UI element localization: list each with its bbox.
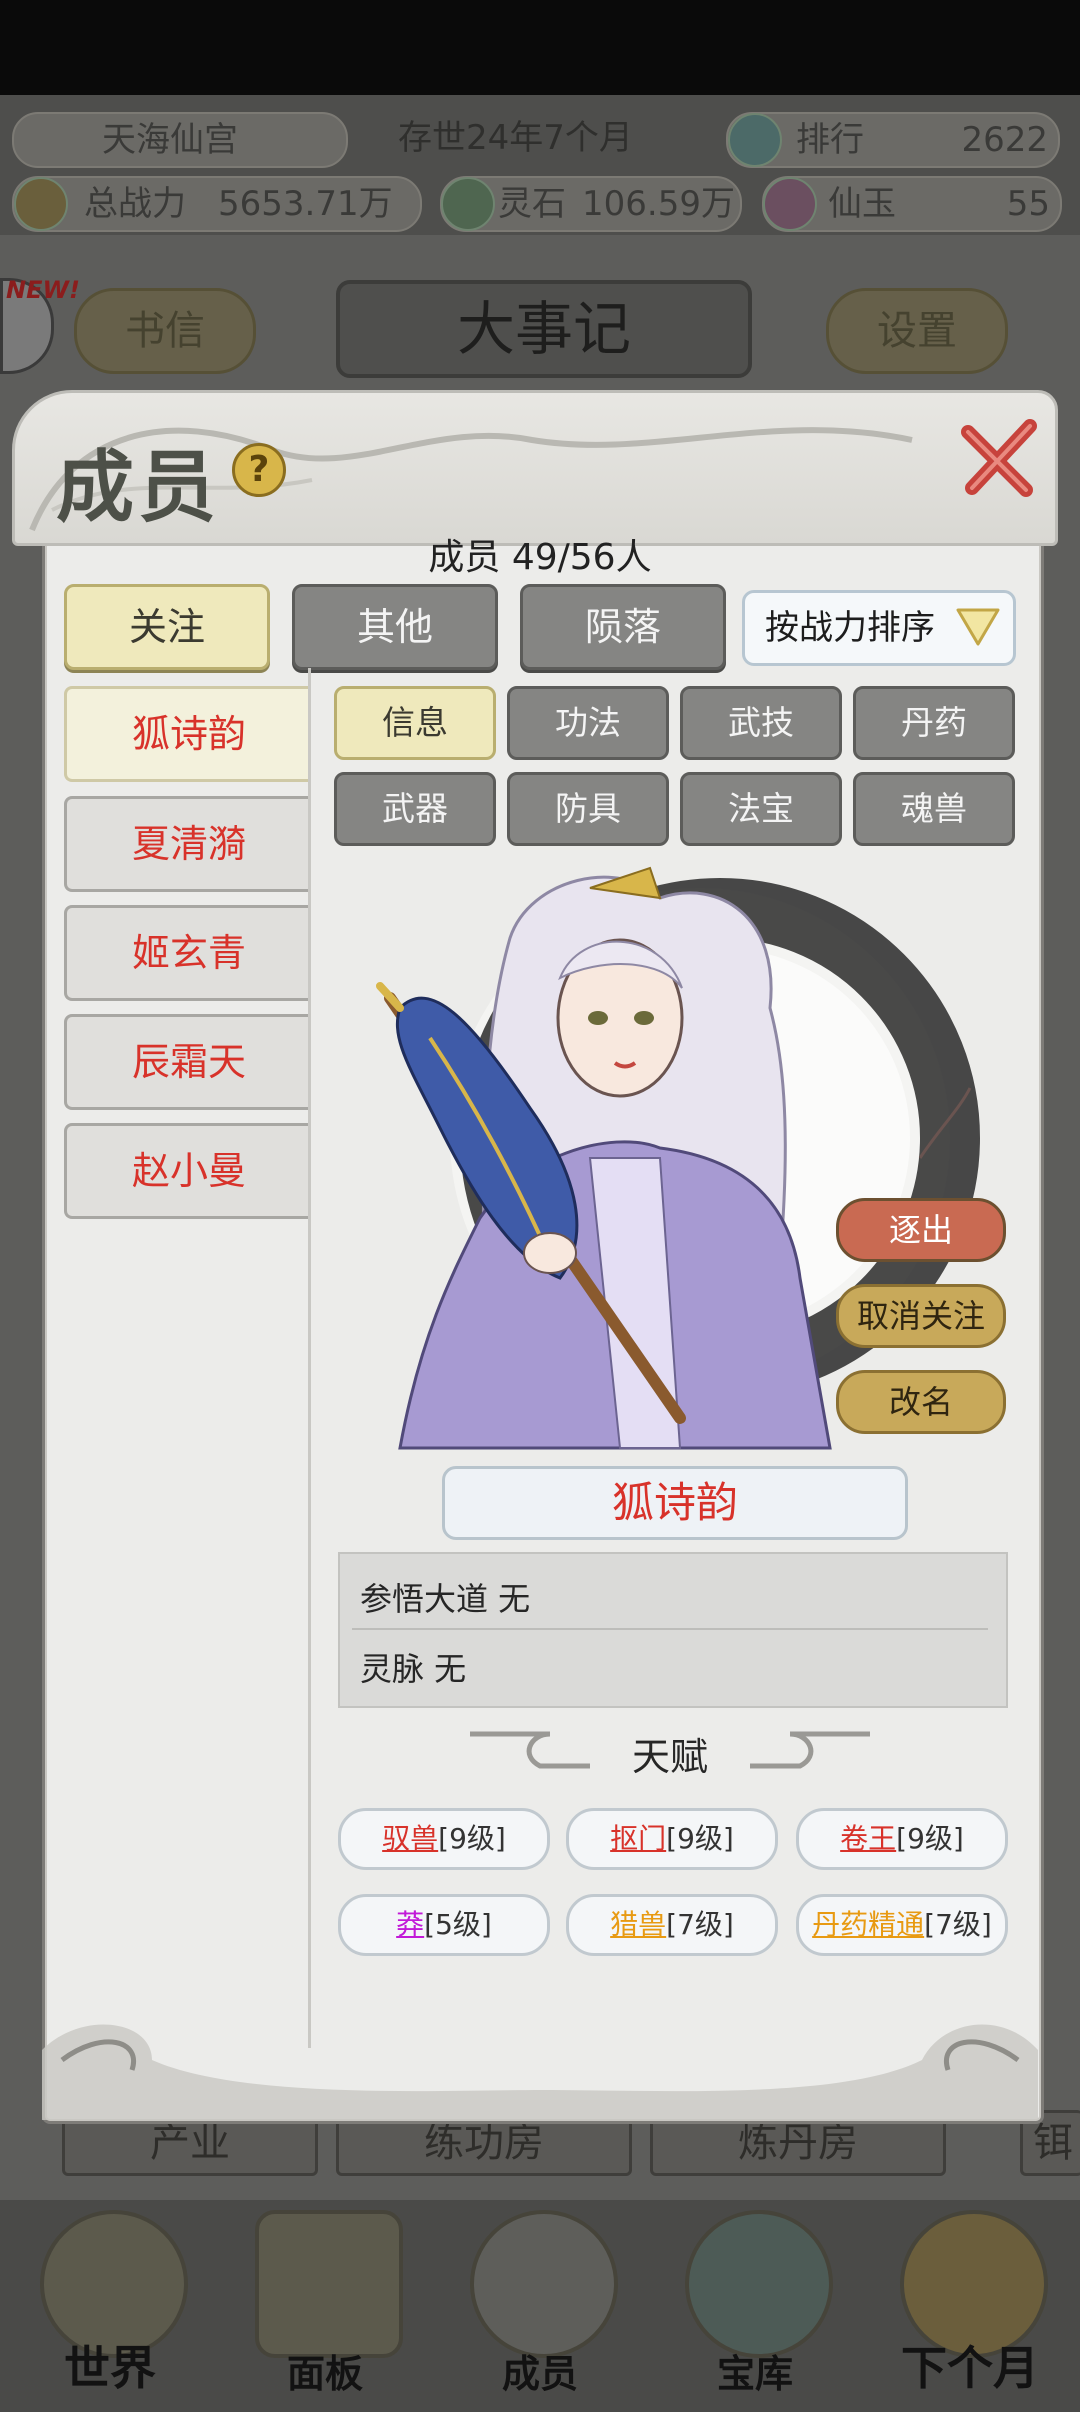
talent-name: 卷王 (840, 1822, 897, 1855)
talent-chip[interactable]: 猎兽[7级] (566, 1894, 778, 1956)
dao-info: 参悟大道 无 (360, 1580, 531, 1618)
nav-next-month[interactable]: 下个月 (870, 2200, 1070, 2412)
members-icon (470, 2210, 618, 2358)
power-value: 5653.71万 (218, 184, 393, 224)
nav-world-label: 世界 (64, 2341, 156, 2395)
subtab-treasures[interactable]: 法宝 (680, 772, 842, 846)
talent-name: 丹药精通 (812, 1908, 925, 1941)
talent-level: [7级] (666, 1908, 734, 1941)
spirit-vein-info: 灵脉 无 (360, 1650, 467, 1688)
nav-treasury-label: 宝库 (716, 2352, 793, 2396)
cloud-footer-decoration (42, 2024, 1038, 2120)
member-count: 成员 49/56人 (428, 537, 652, 578)
subtab-martial-skills[interactable]: 武技 (680, 686, 842, 760)
rank-value: 2622 (961, 120, 1048, 160)
treasury-icon (685, 2210, 833, 2358)
jade-icon (763, 177, 817, 231)
talent-name: 抠门 (610, 1822, 667, 1855)
subtab-techniques[interactable]: 功法 (507, 686, 669, 760)
info-box: 参悟大道 无 灵脉 无 (338, 1552, 1008, 1708)
talent-level: [7级] (924, 1908, 992, 1941)
letters-button[interactable]: 书信 (74, 288, 256, 374)
member-item[interactable]: 赵小曼 (64, 1123, 311, 1219)
member-item[interactable]: 夏清漪 (64, 796, 311, 892)
events-button[interactable]: 大事记 (336, 280, 752, 378)
talent-title: 天赋 (631, 1735, 708, 1779)
talent-chip[interactable]: 卷王[9级] (796, 1808, 1008, 1870)
nav-members[interactable]: 成员 (440, 2200, 640, 2412)
jade-label: 仙玉 (828, 184, 896, 224)
nav-members-label: 成员 (501, 2352, 578, 2396)
nav-panel[interactable]: 面板 (225, 2200, 425, 2412)
unfollow-button[interactable]: 取消关注 (836, 1284, 1006, 1348)
sort-label: 按战力排序 (765, 608, 935, 648)
talent-level: [5级] (424, 1908, 492, 1941)
talent-chip[interactable]: 驭兽[9级] (338, 1808, 550, 1870)
member-item[interactable]: 狐诗韵 (64, 686, 311, 782)
expel-button[interactable]: 逐出 (836, 1198, 1006, 1262)
talent-level: [9级] (666, 1822, 734, 1855)
character-portrait (376, 866, 980, 1450)
subtab-info[interactable]: 信息 (334, 686, 496, 760)
spirit-stone-label: 灵石 (498, 184, 566, 224)
talent-name: 莽 (396, 1908, 425, 1941)
sword-power-icon (14, 177, 68, 231)
jade-value: 55 (1006, 184, 1050, 224)
power-pill: 总战力 5653.71万 (12, 176, 422, 232)
member-item[interactable]: 辰霜天 (64, 1014, 311, 1110)
rank-label: 排行 (796, 120, 864, 160)
power-label: 总战力 (84, 184, 186, 224)
talent-chip[interactable]: 莽[5级] (338, 1894, 550, 1956)
subtab-armor[interactable]: 防具 (507, 772, 669, 846)
tab-following[interactable]: 关注 (64, 584, 270, 670)
list-divider (308, 668, 311, 2048)
panel-title: 成员 (56, 442, 221, 533)
help-icon[interactable]: ? (232, 443, 286, 497)
tab-fallen[interactable]: 陨落 (520, 584, 726, 670)
talent-chip[interactable]: 抠门[9级] (566, 1808, 778, 1870)
close-icon[interactable] (960, 418, 1040, 498)
rename-button[interactable]: 改名 (836, 1370, 1006, 1434)
nav-next-month-label: 下个月 (901, 2341, 1039, 2395)
nav-treasury[interactable]: 宝库 (655, 2200, 855, 2412)
rank-icon (728, 113, 782, 167)
sect-name-pill: 天海仙宫 (12, 112, 348, 168)
info-divider (352, 1628, 988, 1630)
sect-age: 存世24年7个月 (398, 118, 633, 158)
subtab-spirit-beasts[interactable]: 魂兽 (853, 772, 1015, 846)
settings-button[interactable]: 设置 (826, 288, 1008, 374)
chevron-down-icon (956, 608, 1000, 646)
talent-level: [9级] (896, 1822, 964, 1855)
character-name-plate[interactable]: 狐诗韵 (442, 1466, 908, 1540)
talent-level: [9级] (438, 1822, 506, 1855)
sort-dropdown[interactable]: 按战力排序 (742, 590, 1016, 666)
talent-name: 猎兽 (610, 1908, 667, 1941)
nav-panel-label: 面板 (286, 2352, 363, 2396)
subtab-weapons[interactable]: 武器 (334, 772, 496, 846)
subtab-pills[interactable]: 丹药 (853, 686, 1015, 760)
talent-chip[interactable]: 丹药精通[7级] (796, 1894, 1008, 1956)
new-badge: NEW! (6, 276, 80, 304)
member-item[interactable]: 姬玄青 (64, 905, 311, 1001)
tab-others[interactable]: 其他 (292, 584, 498, 670)
nav-world[interactable]: 世界 (10, 2200, 210, 2412)
talent-name: 驭兽 (382, 1822, 439, 1855)
sect-name: 天海仙宫 (102, 120, 238, 160)
spirit-stone-icon (441, 177, 495, 231)
spirit-stone-value: 106.59万 (582, 184, 735, 224)
panel-icon (255, 2210, 403, 2358)
